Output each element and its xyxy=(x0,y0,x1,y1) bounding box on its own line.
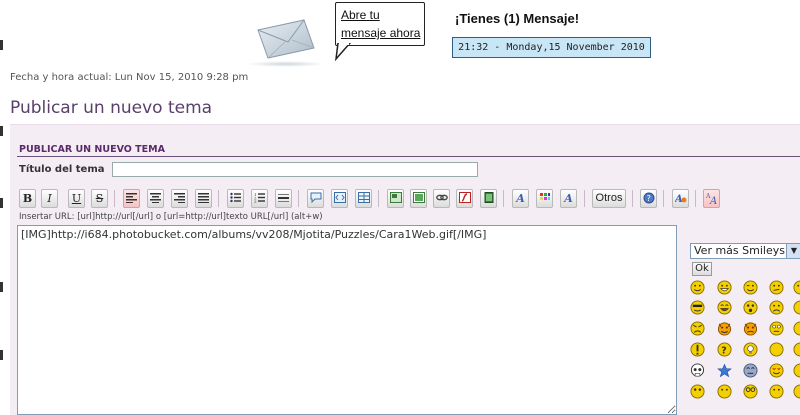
smile-icon[interactable] xyxy=(690,280,705,295)
circle-icon[interactable] xyxy=(769,342,784,357)
sleepy-icon[interactable] xyxy=(793,384,800,399)
skull-icon[interactable] xyxy=(690,363,705,378)
svg-text:A: A xyxy=(709,196,717,205)
tongue-icon[interactable] xyxy=(793,280,800,295)
align-left-icon[interactable] xyxy=(123,189,140,208)
message-title: ¡Tienes (1) Mensaje! xyxy=(455,11,580,26)
table-icon[interactable] xyxy=(355,189,372,208)
bubble-tail xyxy=(334,43,351,61)
blush-icon[interactable] xyxy=(793,300,800,315)
star-icon[interactable] xyxy=(717,363,732,378)
horizontal-rule-icon[interactable] xyxy=(275,189,292,208)
align-center-icon[interactable] xyxy=(147,189,164,208)
bubble-line-2[interactable]: mensaje ahora xyxy=(341,26,420,40)
italic-button[interactable]: I xyxy=(41,189,58,208)
color-palette-icon[interactable] xyxy=(536,189,553,208)
font-size-icon[interactable]: A xyxy=(512,189,529,208)
url-hint: Insertar URL: [url]http://url[/url] o [u… xyxy=(19,212,323,222)
laugh-icon[interactable] xyxy=(717,300,732,315)
smirk-icon[interactable] xyxy=(717,384,732,399)
strike-button[interactable]: S xyxy=(91,189,108,208)
window-edge xyxy=(0,0,4,400)
neutral-icon[interactable] xyxy=(793,321,800,336)
bubble-line-1[interactable]: Abre tu xyxy=(341,8,380,22)
envelope-shadow xyxy=(246,61,326,67)
toolbar-separator xyxy=(298,190,299,207)
link-icon[interactable] xyxy=(433,189,450,208)
more-smileys-select-value: Ver más Smileys xyxy=(694,244,785,257)
clock-display: 21:32 - Monday,15 November 2010 xyxy=(452,37,651,58)
image-upload-icon[interactable] xyxy=(387,189,404,208)
toolbar-separator xyxy=(503,190,504,207)
justify-icon[interactable] xyxy=(195,189,212,208)
toolbar-separator xyxy=(218,190,219,207)
more-smileys-select[interactable]: Ver más Smileys ▼ xyxy=(690,243,800,259)
bold-button[interactable]: B xyxy=(19,189,36,208)
topic-input[interactable] xyxy=(112,162,478,177)
grin-icon[interactable] xyxy=(717,280,732,295)
arrow-icon[interactable] xyxy=(793,342,800,357)
love-icon[interactable] xyxy=(769,363,784,378)
toolbar-separator xyxy=(378,190,379,207)
flash-icon[interactable] xyxy=(456,189,473,208)
font-face-icon[interactable]: A xyxy=(560,189,577,208)
align-right-icon[interactable] xyxy=(171,189,188,208)
remove-format-icon[interactable]: A xyxy=(672,189,689,208)
thinking-icon[interactable] xyxy=(769,384,784,399)
code-icon[interactable] xyxy=(331,189,348,208)
page-title: Publicar un nuevo tema xyxy=(10,98,213,118)
envelope-icon[interactable] xyxy=(256,18,316,60)
confused-icon[interactable] xyxy=(769,280,784,295)
help-icon[interactable]: ? xyxy=(640,189,657,208)
toolbar-separator xyxy=(695,190,696,207)
section-divider xyxy=(17,156,800,157)
toolbar-separator xyxy=(632,190,633,207)
cool-icon[interactable] xyxy=(690,300,705,315)
svg-text:?: ? xyxy=(721,346,726,357)
open-message-bubble[interactable]: Abre tu mensaje ahora xyxy=(335,2,425,46)
svg-text:?: ? xyxy=(647,194,651,203)
chevron-down-icon[interactable]: ▼ xyxy=(786,244,800,258)
mad-icon[interactable] xyxy=(743,321,758,336)
topic-label: Título del tema xyxy=(19,164,105,175)
message-body-textarea[interactable] xyxy=(17,225,677,415)
angry-icon[interactable] xyxy=(690,321,705,336)
svg-text:3: 3 xyxy=(254,199,257,203)
others-button[interactable]: Otros xyxy=(592,189,626,208)
numbered-list-icon[interactable]: 123 xyxy=(251,189,268,208)
surprised-icon[interactable] xyxy=(690,384,705,399)
dizzy-icon[interactable] xyxy=(743,363,758,378)
quote-icon[interactable] xyxy=(307,189,324,208)
happy-icon[interactable] xyxy=(793,363,800,378)
eyeroll-icon[interactable] xyxy=(769,321,784,336)
toolbar-separator xyxy=(584,190,585,207)
switch-editor-icon[interactable]: AA xyxy=(703,189,720,208)
question-icon[interactable]: ? xyxy=(717,342,732,357)
bullet-list-icon[interactable] xyxy=(227,189,244,208)
video-icon[interactable] xyxy=(480,189,497,208)
idea-icon[interactable] xyxy=(743,342,758,357)
toolbar-separator xyxy=(114,190,115,207)
wink-icon[interactable] xyxy=(743,280,758,295)
exclaim-icon[interactable] xyxy=(690,342,705,357)
underline-button[interactable]: U xyxy=(68,189,85,208)
sad-icon[interactable] xyxy=(769,300,784,315)
toolbar-separator xyxy=(663,190,664,207)
section-heading: PUBLICAR UN NUEVO TEMA xyxy=(19,144,165,155)
devil-icon[interactable] xyxy=(717,321,732,336)
ok-button[interactable]: Ok xyxy=(692,262,712,276)
nerd-icon[interactable] xyxy=(743,384,758,399)
shocked-icon[interactable] xyxy=(743,300,758,315)
image-icon[interactable] xyxy=(410,189,427,208)
current-datetime: Fecha y hora actual: Lun Nov 15, 2010 9:… xyxy=(10,72,249,83)
